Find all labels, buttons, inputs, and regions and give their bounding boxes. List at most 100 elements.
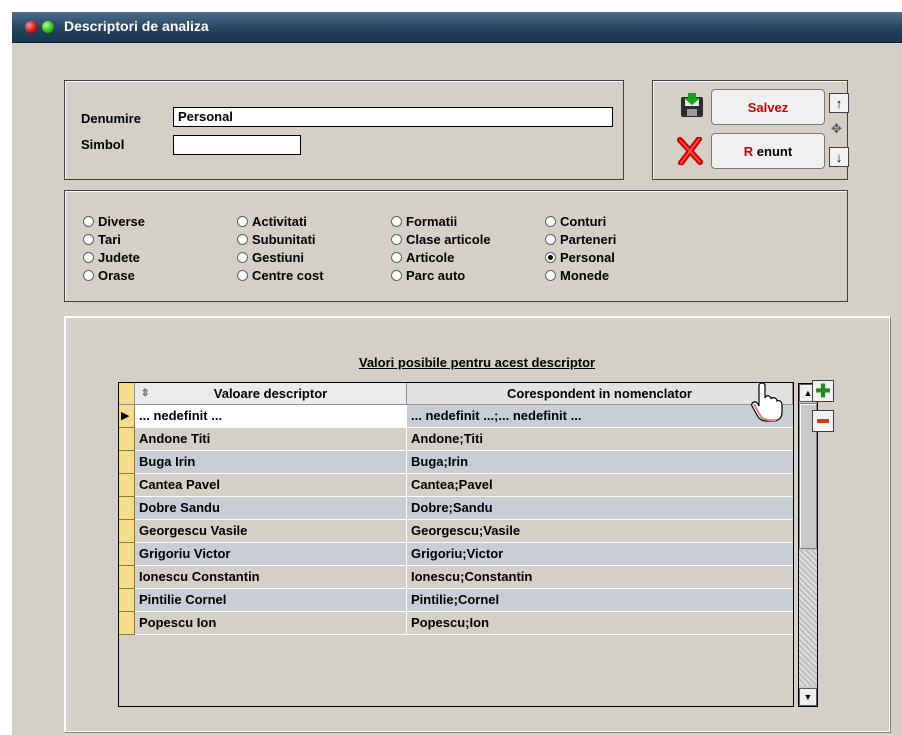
simbol-label: Simbol <box>81 137 125 152</box>
radio-icon <box>83 269 94 281</box>
column-header-valoare-label: Valoare descriptor <box>213 386 328 401</box>
radio-option[interactable]: Diverse <box>83 213 145 229</box>
radio-icon <box>237 215 248 227</box>
radio-option[interactable]: Orase <box>83 267 135 283</box>
column-header-corespondent[interactable]: Corespondent in nomenclator <box>407 383 793 405</box>
cancel-label: R enunt <box>743 143 793 159</box>
cell-valoare[interactable]: Popescu Ion <box>135 612 407 635</box>
sort-icon: ⇳ <box>141 388 150 399</box>
radio-option-label: Orase <box>98 267 135 283</box>
minimize-window-button[interactable] <box>42 21 54 33</box>
column-header-valoare[interactable]: ⇳ Valoare descriptor <box>135 383 407 405</box>
save-button[interactable]: Salvez <box>711 89 825 125</box>
values-grid[interactable]: ⇳ Valoare descriptor Corespondent in nom… <box>118 382 794 707</box>
radio-selected-icon <box>545 251 556 263</box>
grid-caption: Valori posibile pentru acest descriptor <box>358 355 596 370</box>
radio-option[interactable]: Parteneri <box>545 231 616 247</box>
radio-icon <box>237 251 248 263</box>
radio-option[interactable]: Clase articole <box>391 231 491 247</box>
row-indicator[interactable] <box>119 428 135 451</box>
cell-valoare[interactable]: ... nedefinit ... <box>135 405 407 428</box>
radio-option[interactable]: Formatii <box>391 213 457 229</box>
title-bar: Descriptori de analiza <box>12 12 902 43</box>
row-indicator[interactable] <box>119 520 135 543</box>
radio-icon <box>391 215 402 227</box>
radio-option[interactable]: Parc auto <box>391 267 465 283</box>
radio-option[interactable]: Gestiuni <box>237 249 304 265</box>
cell-valoare[interactable]: Georgescu Vasile <box>135 520 407 543</box>
radio-option[interactable]: Articole <box>391 249 454 265</box>
window-title: Descriptori de analiza <box>64 18 209 34</box>
denumire-input[interactable]: Personal <box>173 107 613 127</box>
form-panel: Denumire Personal Simbol <box>64 80 624 180</box>
radio-option-label: Conturi <box>560 213 607 229</box>
cell-corespondent[interactable]: Ionescu;Constantin <box>407 566 793 589</box>
cell-valoare[interactable]: Pintilie Cornel <box>135 589 407 612</box>
radio-option-label: Articole <box>406 249 455 265</box>
radio-icon <box>237 233 248 245</box>
radio-option[interactable]: Subunitati <box>237 231 316 247</box>
add-value-button[interactable]: ✚ <box>812 380 834 402</box>
cell-valoare[interactable]: Ionescu Constantin <box>135 566 407 589</box>
radio-option[interactable]: Centre cost <box>237 267 324 283</box>
cell-corespondent[interactable]: Popescu;Ion <box>407 612 793 635</box>
radio-option[interactable]: Tari <box>83 231 121 247</box>
move-down-button[interactable]: ↓ <box>829 147 849 167</box>
simbol-input[interactable] <box>173 135 301 155</box>
row-indicator[interactable] <box>119 451 135 474</box>
move-icon[interactable]: ✥ <box>831 121 842 137</box>
radio-icon <box>545 215 556 227</box>
plus-icon: ✚ <box>815 381 831 401</box>
cell-corespondent[interactable]: Georgescu;Vasile <box>407 520 793 543</box>
radio-option-label: Centre cost <box>252 267 324 283</box>
radio-option[interactable]: Conturi <box>545 213 606 229</box>
row-indicator[interactable]: ▶ <box>119 405 135 428</box>
radio-option-label: Personal <box>560 249 615 265</box>
cell-corespondent[interactable]: Dobre;Sandu <box>407 497 793 520</box>
cell-valoare[interactable]: Buga Irin <box>135 451 407 474</box>
row-indicator[interactable] <box>119 497 135 520</box>
radio-option[interactable]: Personal <box>545 249 615 265</box>
red-x-icon[interactable] <box>677 136 703 166</box>
row-indicator[interactable] <box>119 566 135 589</box>
radio-icon <box>83 251 94 263</box>
close-window-button[interactable] <box>25 21 37 33</box>
radio-option[interactable]: Judete <box>83 249 140 265</box>
minus-icon <box>817 419 829 423</box>
radio-option-label: Gestiuni <box>252 249 305 265</box>
radio-icon <box>545 233 556 245</box>
cell-valoare[interactable]: Grigoriu Victor <box>135 543 407 566</box>
row-indicator[interactable] <box>119 474 135 497</box>
cancel-button[interactable]: R enunt <box>711 133 825 169</box>
radio-option-label: Judete <box>98 249 140 265</box>
scroll-down-button[interactable]: ▼ <box>799 688 817 706</box>
cell-valoare[interactable]: Andone Titi <box>135 428 407 451</box>
radio-option[interactable]: Activitati <box>237 213 307 229</box>
radio-icon <box>237 269 248 281</box>
radio-option-label: Parteneri <box>560 231 617 247</box>
cell-valoare[interactable]: Cantea Pavel <box>135 474 407 497</box>
arrow-up-icon: ↑ <box>835 95 843 111</box>
radio-option-label: Activitati <box>252 213 307 229</box>
move-up-button[interactable]: ↑ <box>829 93 849 113</box>
radio-option-label: Diverse <box>98 213 145 229</box>
row-indicator[interactable] <box>119 612 135 635</box>
cell-corespondent[interactable]: Pintilie;Cornel <box>407 589 793 612</box>
remove-value-button[interactable] <box>812 410 834 432</box>
row-indicator[interactable] <box>119 589 135 612</box>
hand-cursor-icon <box>750 382 784 422</box>
floppy-disk-icon[interactable] <box>679 93 705 119</box>
radio-icon <box>391 233 402 245</box>
cell-corespondent[interactable]: Grigoriu;Victor <box>407 543 793 566</box>
denumire-label: Denumire <box>81 111 141 126</box>
radio-option-label: Formatii <box>406 213 458 229</box>
cell-corespondent[interactable]: Cantea;Pavel <box>407 474 793 497</box>
cell-corespondent[interactable]: ... nedefinit ...;... nedefinit ... <box>407 405 793 428</box>
radio-option[interactable]: Monede <box>545 267 609 283</box>
cell-corespondent[interactable]: Buga;Irin <box>407 451 793 474</box>
radio-icon <box>391 269 402 281</box>
cell-valoare[interactable]: Dobre Sandu <box>135 497 407 520</box>
row-indicator[interactable] <box>119 543 135 566</box>
scroll-track[interactable] <box>799 550 817 686</box>
cell-corespondent[interactable]: Andone;Titi <box>407 428 793 451</box>
